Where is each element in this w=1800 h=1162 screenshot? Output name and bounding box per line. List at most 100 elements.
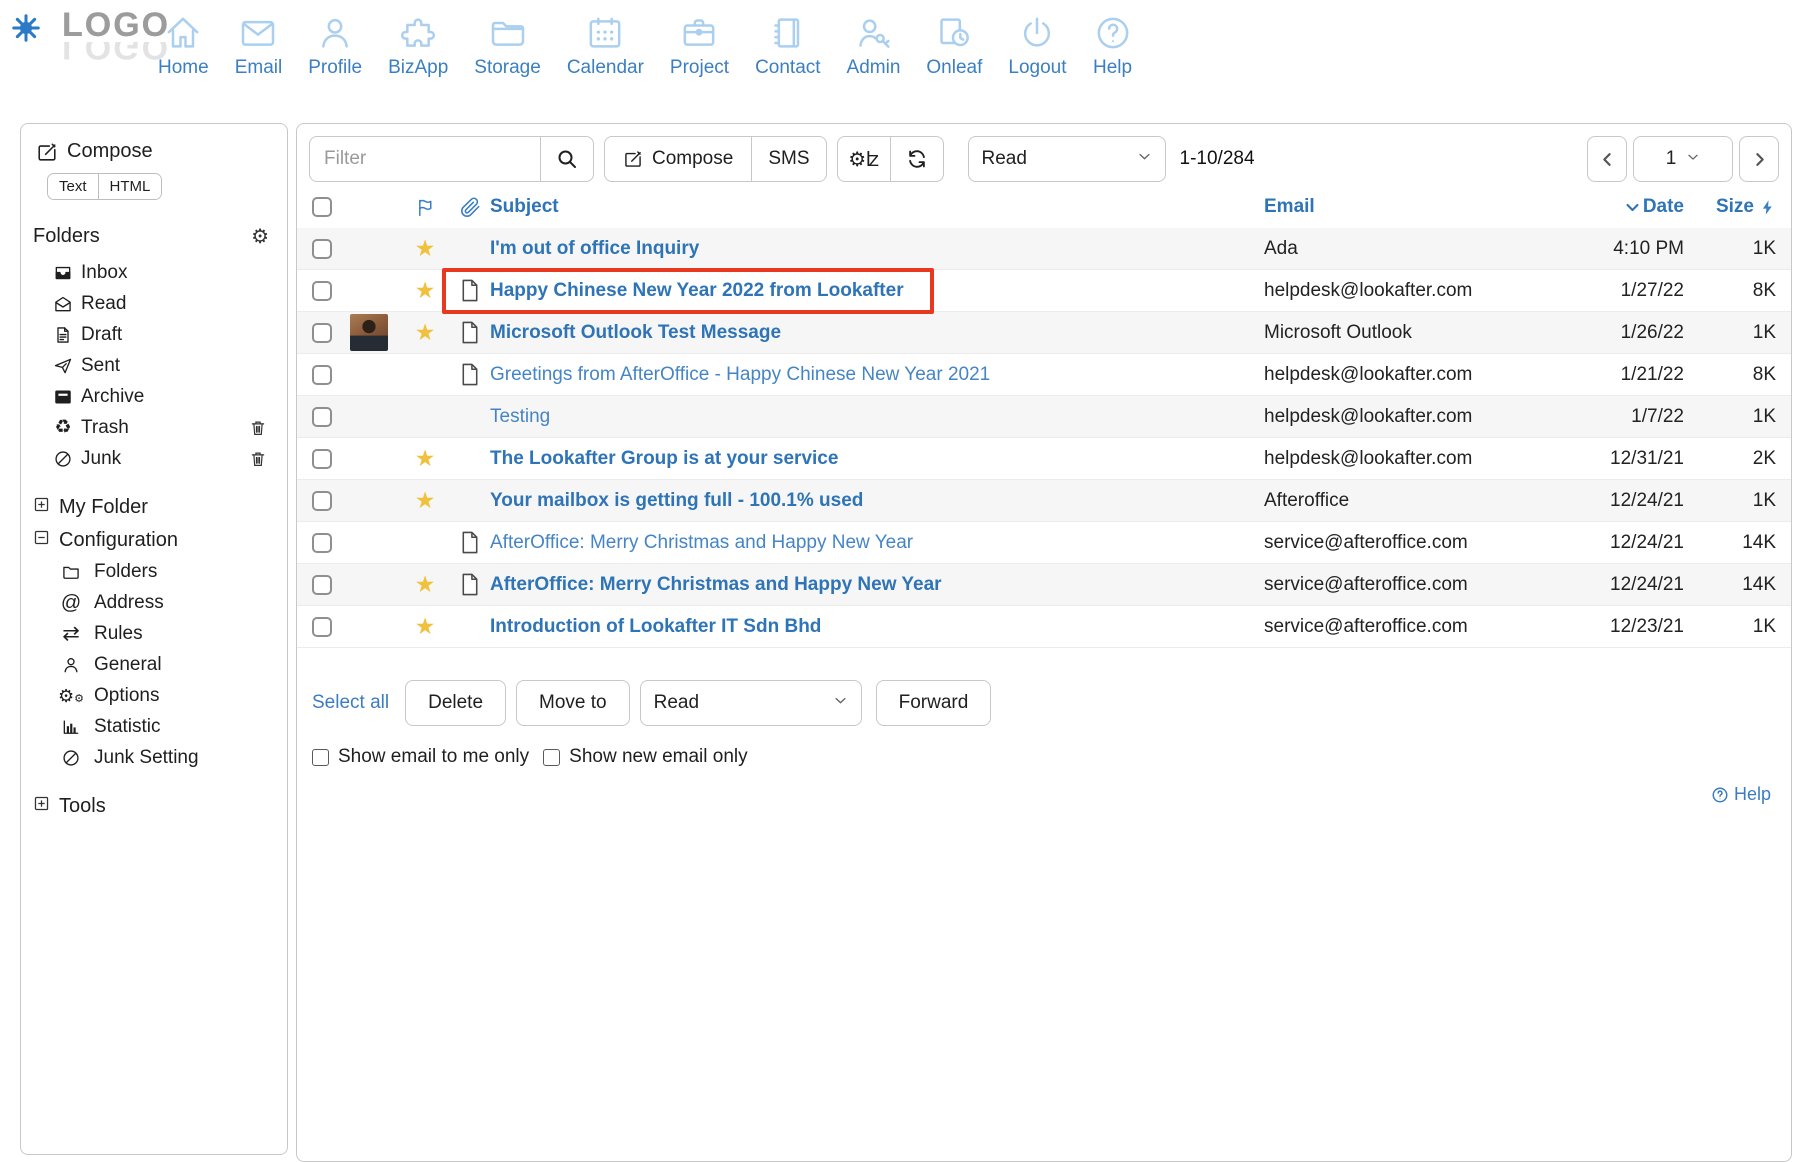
subject-link[interactable]: Microsoft Outlook Test Message (490, 322, 1264, 344)
row-checkbox[interactable] (312, 281, 332, 301)
compose-text-button[interactable]: Text (48, 174, 98, 199)
mark-as-select[interactable]: Read (640, 680, 862, 726)
table-row: ★ Introduction of Lookafter IT Sdn Bhd s… (297, 606, 1791, 648)
gears-icon: ⚙ʫ (848, 147, 879, 172)
show-email-to-me-checkbox[interactable] (312, 749, 329, 766)
subject-link[interactable]: I'm out of office Inquiry (490, 238, 1264, 260)
row-checkbox[interactable] (312, 617, 332, 637)
page-select[interactable]: 1 (1633, 136, 1733, 182)
row-checkbox[interactable] (312, 323, 332, 343)
sidebar-folder-inbox[interactable]: Inbox (51, 257, 275, 288)
move-to-button[interactable]: Move to (516, 680, 630, 726)
bolt-icon (1759, 199, 1776, 216)
subject-link[interactable]: Greetings from AfterOffice - Happy Chine… (490, 364, 1264, 386)
archive-icon (51, 387, 75, 407)
nav-item-storage[interactable]: Storage (474, 10, 541, 79)
nav-item-project[interactable]: Project (670, 10, 729, 79)
tree-my-folder[interactable]: My Folder (33, 496, 275, 519)
refresh-button[interactable] (890, 136, 944, 182)
row-checkbox[interactable] (312, 575, 332, 595)
subject-link[interactable]: Introduction of Lookafter IT Sdn Bhd (490, 616, 1264, 638)
sms-button[interactable]: SMS (751, 136, 826, 182)
filter-input[interactable] (309, 136, 541, 182)
status-filter-select[interactable]: Read (968, 136, 1166, 182)
email-header[interactable]: Email (1264, 196, 1589, 218)
sidebar-folder-archive[interactable]: Archive (51, 381, 275, 412)
nav-item-email[interactable]: Email (235, 10, 283, 79)
empty-folder-button[interactable] (249, 419, 267, 437)
sidebar-folder-read[interactable]: Read (51, 288, 275, 319)
nav-item-help[interactable]: Help (1093, 10, 1133, 79)
subject-link[interactable]: Your mailbox is getting full - 100.1% us… (490, 490, 1264, 512)
onleaf-clock-icon (934, 10, 974, 56)
subject-link[interactable]: The Lookafter Group is at your service (490, 448, 1264, 470)
star-icon[interactable]: ★ (415, 615, 436, 638)
show-new-email-checkbox[interactable] (543, 749, 560, 766)
size-header[interactable]: Size (1716, 196, 1776, 218)
star-icon[interactable]: ★ (415, 279, 436, 302)
config-item-address[interactable]: @ Address (59, 587, 275, 618)
tree-configuration[interactable]: Configuration (33, 529, 275, 552)
star-icon[interactable]: ★ (415, 573, 436, 596)
next-page-button[interactable] (1739, 136, 1779, 182)
row-checkbox[interactable] (312, 533, 332, 553)
swap-arrows-icon: ⇄ (59, 623, 83, 644)
prev-page-button[interactable] (1587, 136, 1627, 182)
delete-button[interactable]: Delete (405, 680, 506, 726)
subject-link[interactable]: AfterOffice: Merry Christmas and Happy N… (490, 574, 1264, 596)
draft-icon (51, 325, 75, 345)
search-button[interactable] (540, 136, 594, 182)
subject-link[interactable]: Happy Chinese New Year 2022 from Lookaft… (490, 280, 1264, 302)
tree-tools[interactable]: Tools (33, 795, 275, 818)
mail-rows: ★ I'm out of office Inquiry Ada 4:10 PM … (297, 228, 1791, 648)
document-icon (460, 321, 480, 344)
subject-link[interactable]: Testing (490, 406, 1264, 428)
config-item-general[interactable]: General (59, 649, 275, 680)
forward-button[interactable]: Forward (876, 680, 992, 726)
row-checkbox[interactable] (312, 239, 332, 259)
empty-folder-button[interactable] (249, 450, 267, 468)
config-item-options[interactable]: ⚙⚙ Options (59, 680, 275, 711)
config-item-rules[interactable]: ⇄ Rules (59, 618, 275, 649)
star-icon[interactable]: ★ (415, 321, 436, 344)
row-checkbox[interactable] (312, 449, 332, 469)
date-header[interactable]: Date (1624, 196, 1684, 218)
config-item-statistic[interactable]: Statistic (59, 711, 275, 742)
star-icon[interactable]: ★ (415, 447, 436, 470)
subject-link[interactable]: AfterOffice: Merry Christmas and Happy N… (490, 532, 1264, 554)
list-settings-button[interactable]: ⚙ʫ (837, 136, 891, 182)
subject-header[interactable]: Subject (490, 196, 1264, 218)
config-item-folders[interactable]: Folders (59, 556, 275, 587)
email-cell: helpdesk@lookafter.com (1264, 364, 1589, 386)
folder-settings-gear-icon[interactable]: ⚙ (251, 224, 269, 249)
folders-heading: Folders (33, 225, 100, 248)
select-all-link[interactable]: Select all (312, 692, 389, 714)
row-checkbox[interactable] (312, 365, 332, 385)
sidebar-folder-draft[interactable]: Draft (51, 319, 275, 350)
sidebar-folder-junk[interactable]: Junk (51, 443, 275, 474)
nav-item-onleaf[interactable]: Onleaf (926, 10, 982, 79)
sidebar-folder-trash[interactable]: ♻ Trash (51, 412, 275, 443)
nav-item-home[interactable]: Home (158, 10, 209, 79)
select-all-checkbox[interactable] (312, 197, 332, 217)
nav-item-calendar[interactable]: Calendar (567, 10, 644, 79)
config-item-junk-setting[interactable]: Junk Setting (59, 742, 275, 773)
attachment-column-icon[interactable] (460, 197, 481, 218)
block-icon (59, 748, 83, 768)
row-checkbox[interactable] (312, 407, 332, 427)
compose-button[interactable]: Compose (604, 136, 752, 182)
compose-link[interactable]: Compose (33, 140, 275, 163)
star-icon[interactable]: ★ (415, 237, 436, 260)
row-checkbox[interactable] (312, 491, 332, 511)
nav-item-profile[interactable]: Profile (308, 10, 362, 79)
nav-item-logout[interactable]: Logout (1008, 10, 1066, 79)
compose-html-button[interactable]: HTML (98, 174, 162, 199)
nav-item-contact[interactable]: Contact (755, 10, 820, 79)
nav-item-admin[interactable]: Admin (847, 10, 901, 79)
star-icon[interactable]: ★ (415, 489, 436, 512)
size-cell: 1K (1753, 406, 1776, 428)
flag-column-icon[interactable] (415, 197, 436, 218)
nav-item-bizapp[interactable]: BizApp (388, 10, 448, 79)
help-link[interactable]: Help (297, 784, 1771, 805)
sidebar-folder-sent[interactable]: Sent (51, 350, 275, 381)
